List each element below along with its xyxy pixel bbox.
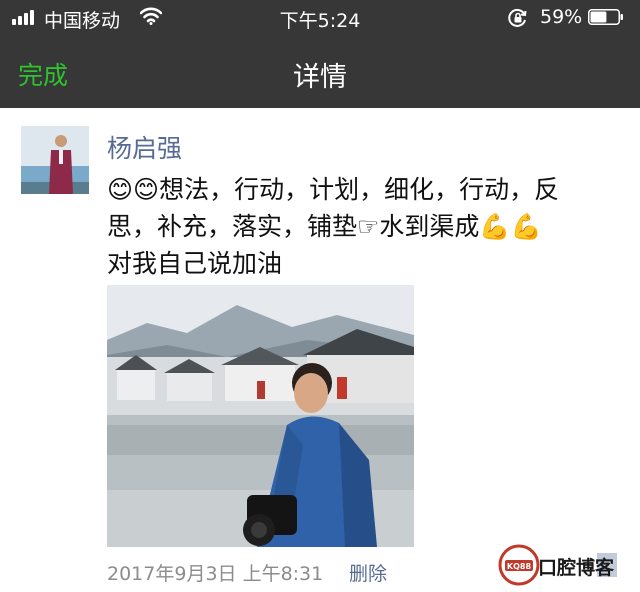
- post-text-line: 😊😊想法，行动，计划，细化，行动，反: [107, 175, 560, 204]
- post-text-line: 对我自己说加油: [107, 249, 283, 278]
- page-title: 详情: [293, 62, 347, 93]
- avatar[interactable]: [21, 126, 89, 194]
- battery-percent: 59%: [540, 6, 583, 28]
- orientation-lock-icon: [508, 8, 527, 27]
- post-text-line: 思，补充，落实，铺垫☞水到渠成💪💪: [107, 212, 542, 241]
- status-bar: 中国移动 下午5:24 59%: [0, 0, 640, 36]
- watermark-text: 口腔博客: [538, 557, 615, 579]
- avatar-image: [21, 126, 89, 194]
- svg-text:KQ88: KQ88: [507, 562, 532, 571]
- post-photo-image: [107, 285, 414, 547]
- post-author[interactable]: 杨启强: [107, 129, 182, 165]
- post-timestamp: 2017年9月3日 上午8:31: [107, 563, 324, 585]
- title-bar: 中国移动 下午5:24 59% 完成 详情: [0, 0, 640, 108]
- post-text: 😊😊想法，行动，计划，细化，行动，反 思，补充，落实，铺垫☞水到渠成💪💪 对我自…: [107, 171, 627, 282]
- delete-button[interactable]: 删除: [349, 559, 387, 586]
- battery-icon: [588, 9, 623, 25]
- post-photo[interactable]: [107, 285, 414, 547]
